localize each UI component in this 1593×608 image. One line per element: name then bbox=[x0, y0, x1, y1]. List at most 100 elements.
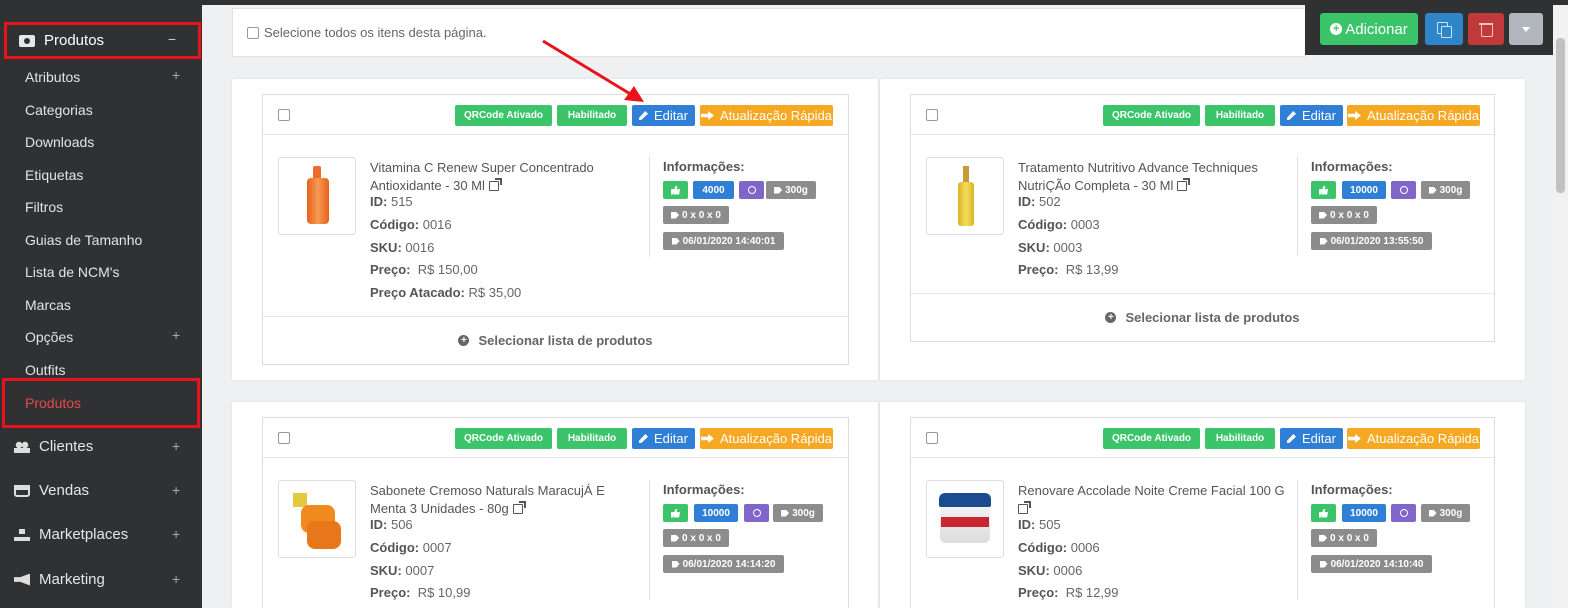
page-scrollbar[interactable] bbox=[1553, 5, 1568, 608]
qrcode-badge: QRCode Ativado bbox=[455, 428, 552, 449]
sidebar-item-label: Marketing bbox=[39, 571, 105, 588]
sidebar-item-etiquetas[interactable]: Etiquetas bbox=[25, 167, 83, 183]
sidebar-section-produtos[interactable]: Produtos − bbox=[4, 22, 201, 59]
weight-value: 300g bbox=[1439, 507, 1463, 519]
product-sku: SKU: 0006 bbox=[1018, 563, 1082, 578]
select-product-list-button[interactable]: + Selecionar lista de produtos bbox=[911, 293, 1494, 341]
scrollbar-thumb[interactable] bbox=[1556, 38, 1565, 193]
more-actions-dropdown[interactable] bbox=[1509, 13, 1543, 45]
select-list-label: Selecionar lista de produtos bbox=[478, 333, 653, 348]
info-title: Informações: bbox=[663, 482, 745, 497]
external-link-icon[interactable] bbox=[1018, 501, 1031, 514]
product-card-header: QRCode Ativado Habilitado Editar Atualiz… bbox=[263, 418, 848, 458]
external-link-icon[interactable] bbox=[512, 501, 526, 514]
expand-plus-icon[interactable]: + bbox=[172, 526, 180, 542]
sidebar-item-marcas[interactable]: Marcas bbox=[25, 297, 71, 313]
expand-plus-icon[interactable]: + bbox=[172, 571, 180, 587]
duplicate-button[interactable] bbox=[1425, 13, 1463, 45]
expand-plus-icon[interactable]: + bbox=[172, 438, 180, 454]
sidebar-item-categorias[interactable]: Categorias bbox=[25, 102, 93, 118]
quick-update-label: Atualização Rápida bbox=[1366, 108, 1480, 123]
product-price: Preço: R$ 12,99 bbox=[1018, 585, 1118, 600]
product-checkbox[interactable] bbox=[926, 109, 938, 121]
product-name-link[interactable]: Tratamento Nutritivo Advance Techniques … bbox=[1018, 159, 1288, 195]
external-link-icon[interactable] bbox=[1177, 178, 1191, 191]
tag-icon bbox=[1319, 211, 1328, 219]
add-button-label: Adicionar bbox=[1345, 20, 1408, 38]
weight-chip: 300g bbox=[1421, 181, 1470, 199]
quick-update-label: Atualização Rápida bbox=[719, 431, 833, 446]
sidebar-item-opcoes[interactable]: Opções bbox=[25, 329, 73, 345]
delete-button[interactable] bbox=[1468, 13, 1504, 45]
expand-plus-icon[interactable]: + bbox=[172, 327, 180, 343]
approval-chip bbox=[1311, 181, 1336, 199]
select-all-checkbox[interactable] bbox=[247, 26, 259, 39]
product-card-header: QRCode Ativado Habilitado Editar Atualiz… bbox=[911, 418, 1494, 458]
expand-plus-icon[interactable]: + bbox=[172, 67, 180, 83]
tag-icon bbox=[1428, 186, 1437, 194]
sidebar-item-vendas[interactable]: Vendas bbox=[14, 482, 89, 499]
date-chip: 06/01/2020 14:40:01 bbox=[663, 232, 784, 250]
clock-icon bbox=[747, 186, 756, 194]
price-value: R$ 12,99 bbox=[1065, 585, 1119, 600]
edit-button[interactable]: Editar bbox=[1280, 105, 1343, 126]
wholesale-label: Preço Atacado: bbox=[370, 285, 465, 300]
approval-chip bbox=[663, 181, 688, 199]
sidebar-item-marketing[interactable]: Marketing bbox=[14, 571, 105, 588]
edit-button[interactable]: Editar bbox=[632, 105, 695, 126]
dimensions-chip: 0 x 0 x 0 bbox=[663, 529, 729, 547]
dimensions-chip: 0 x 0 x 0 bbox=[1311, 206, 1377, 224]
product-code: Código: 0007 bbox=[370, 540, 452, 555]
sidebar-item-lista-ncm[interactable]: Lista de NCM's bbox=[25, 264, 119, 280]
quick-update-button[interactable]: Atualização Rápida bbox=[1347, 428, 1480, 449]
tag-icon bbox=[671, 237, 680, 245]
quick-update-button[interactable]: Atualização Rápida bbox=[700, 105, 833, 126]
product-name-link[interactable]: Sabonete Cremoso Naturals MaracujÁ E Men… bbox=[370, 482, 640, 518]
product-checkbox[interactable] bbox=[278, 109, 290, 121]
product-checkbox[interactable] bbox=[926, 432, 938, 444]
product-name-link[interactable]: Vitamina C Renew Super Concentrado Antio… bbox=[370, 159, 640, 195]
tag-icon bbox=[671, 534, 680, 542]
product-image[interactable] bbox=[278, 480, 356, 558]
product-name-link[interactable]: Renovare Accolade Noite Creme Facial 100… bbox=[1018, 482, 1288, 518]
select-product-list-button[interactable]: + Selecionar lista de produtos bbox=[263, 316, 848, 364]
sidebar-item-atributos[interactable]: Atributos bbox=[25, 69, 80, 85]
qrcode-badge: QRCode Ativado bbox=[1103, 105, 1200, 126]
product-image[interactable] bbox=[926, 157, 1004, 235]
sidebar-item-downloads[interactable]: Downloads bbox=[25, 134, 94, 150]
expand-plus-icon[interactable]: + bbox=[172, 482, 180, 498]
sku-label: SKU: bbox=[370, 240, 402, 255]
code-value: 0016 bbox=[422, 217, 452, 232]
product-price: Preço: R$ 10,99 bbox=[370, 585, 470, 600]
pencil-icon bbox=[639, 434, 649, 443]
product-checkbox[interactable] bbox=[278, 432, 290, 444]
sidebar-item-filtros[interactable]: Filtros bbox=[25, 199, 63, 215]
quick-update-label: Atualização Rápida bbox=[1366, 431, 1480, 446]
product-image[interactable] bbox=[926, 480, 1004, 558]
weight-value: 300g bbox=[792, 507, 815, 519]
sidebar-item-outfits[interactable]: Outfits bbox=[25, 362, 65, 378]
code-value: 0003 bbox=[1070, 217, 1100, 232]
edit-button[interactable]: Editar bbox=[1280, 428, 1343, 449]
external-link-icon[interactable] bbox=[488, 178, 502, 191]
code-label: Código: bbox=[370, 540, 420, 555]
arrow-right-icon bbox=[1347, 111, 1361, 120]
cart-icon bbox=[14, 484, 30, 497]
sidebar-item-label: Vendas bbox=[39, 482, 90, 499]
sidebar-item-guias-de-tamanho[interactable]: Guias de Tamanho bbox=[25, 232, 142, 248]
sidebar-item-marketplaces[interactable]: Marketplaces bbox=[14, 526, 128, 543]
product-image[interactable] bbox=[278, 157, 356, 235]
quick-update-button[interactable]: Atualização Rápida bbox=[1347, 105, 1480, 126]
weight-value: 300g bbox=[785, 184, 808, 196]
edit-button[interactable]: Editar bbox=[632, 428, 695, 449]
collapse-icon[interactable]: − bbox=[168, 31, 176, 47]
sidebar-item-clientes[interactable]: Clientes bbox=[14, 438, 93, 455]
add-button[interactable]: + Adicionar bbox=[1320, 13, 1418, 45]
id-label: ID: bbox=[370, 517, 388, 532]
sidebar-item-produtos-active[interactable]: Produtos bbox=[2, 378, 200, 428]
code-label: Código: bbox=[1018, 540, 1068, 555]
oil-bottle-image bbox=[958, 166, 974, 226]
sidebar-item-label: Marketplaces bbox=[39, 526, 129, 543]
arrow-right-icon bbox=[1347, 434, 1361, 443]
quick-update-button[interactable]: Atualização Rápida bbox=[700, 428, 833, 449]
